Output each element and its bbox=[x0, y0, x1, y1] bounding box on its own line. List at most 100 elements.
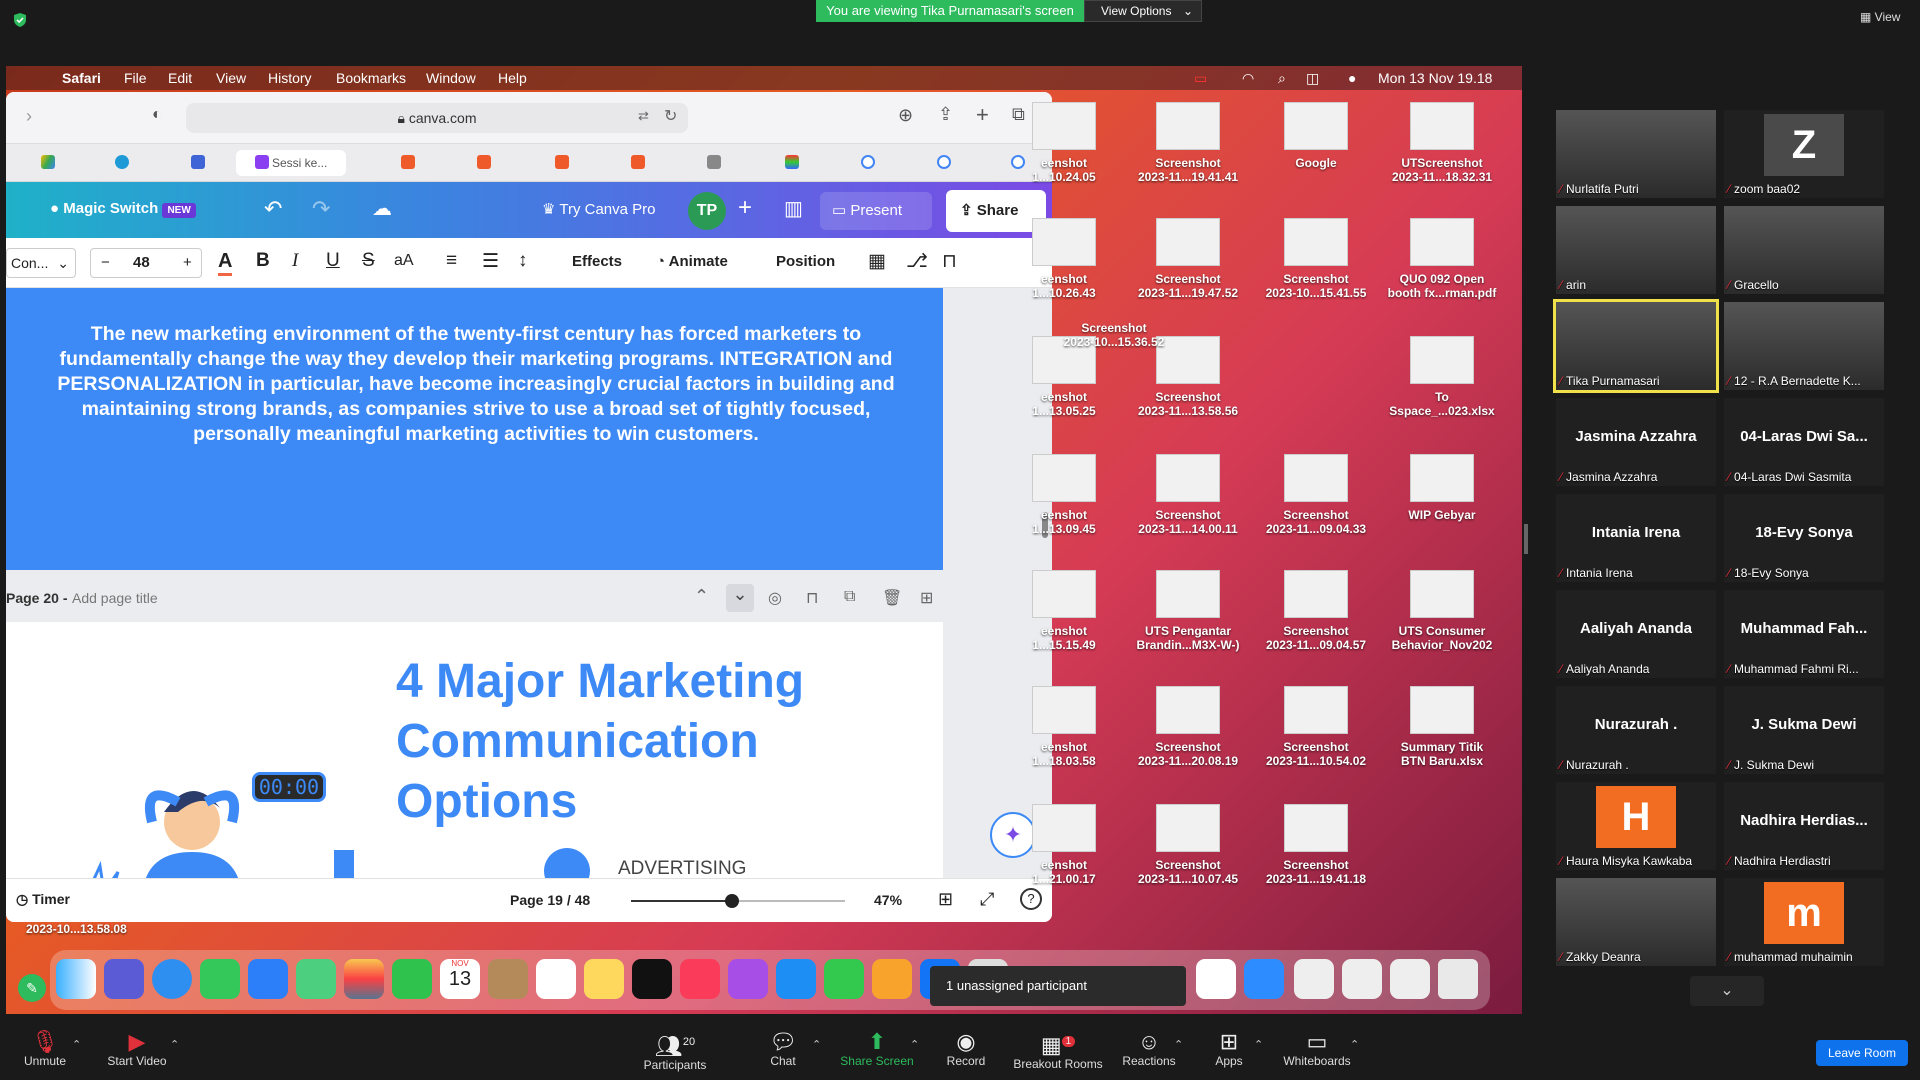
menu-clock[interactable]: Mon 13 Nov 19.18 bbox=[1378, 70, 1492, 86]
analytics-icon[interactable]: ▥ bbox=[784, 196, 803, 221]
align-center-icon[interactable]: ≡ bbox=[446, 250, 457, 272]
strikethrough-icon[interactable]: S bbox=[362, 250, 375, 272]
safari-icon[interactable] bbox=[152, 959, 192, 999]
menu-history[interactable]: History bbox=[268, 70, 312, 86]
participants-button[interactable]: 👥︎20 Participants bbox=[630, 1030, 720, 1073]
participant-tile[interactable]: Muhammad Fah... ⁄ Muhammad Fahmi Ri... bbox=[1724, 590, 1884, 678]
participant-tile[interactable]: ⁄ arin bbox=[1556, 206, 1716, 294]
participant-tile[interactable]: m ⁄ muhammad muhaimin bbox=[1724, 878, 1884, 966]
spotlight-search-icon[interactable]: ⌕ bbox=[1278, 70, 1286, 87]
forward-arrow-icon[interactable]: › bbox=[26, 106, 32, 127]
desktop-icon[interactable]: Screenshot 2023-11...20.08.19 bbox=[1128, 686, 1248, 768]
font-family-select[interactable]: Con... ⌄ bbox=[6, 248, 76, 278]
participant-tile[interactable]: J. Sukma Dewi ⁄ J. Sukma Dewi bbox=[1724, 686, 1884, 774]
font-size-value[interactable]: 48 bbox=[133, 249, 150, 277]
photos-icon[interactable] bbox=[344, 959, 384, 999]
tab-google-2[interactable] bbox=[912, 150, 976, 176]
participant-tile[interactable]: H ⁄ Haura Misyka Kawkaba bbox=[1556, 782, 1716, 870]
zoom-slider-knob[interactable] bbox=[724, 894, 739, 908]
desktop-icon[interactable]: eenshot 1...10.24.05 bbox=[1004, 102, 1124, 184]
duplicate-page-icon[interactable]: ⧉ bbox=[844, 588, 855, 606]
url-field[interactable]: 🔒︎ canva.com bbox=[186, 103, 688, 133]
participant-tile[interactable]: ⁄ Nurlatifa Putri bbox=[1556, 110, 1716, 198]
participant-tile[interactable]: Nadhira Herdias... ⁄ Nadhira Herdiastri bbox=[1724, 782, 1884, 870]
add-page-icon[interactable]: ⊞ bbox=[920, 588, 933, 608]
paint-format-icon[interactable]: ⎇ bbox=[906, 250, 928, 273]
grid-view-icon[interactable]: ⊞ bbox=[938, 889, 953, 910]
chevron-up-icon[interactable]: ⌃ bbox=[1254, 1038, 1263, 1051]
desktop-icon[interactable]: Screenshot 2023-11...09.04.57 bbox=[1256, 570, 1376, 652]
slide-20[interactable]: 4 Major Marketing Communication Options … bbox=[6, 622, 1036, 878]
decrease-size-icon[interactable]: − bbox=[101, 249, 110, 277]
desktop-icon[interactable]: Screenshot 2023-10...15.41.55 bbox=[1256, 218, 1376, 300]
transparency-icon[interactable]: ▦ bbox=[868, 250, 886, 273]
font-size-stepper[interactable]: − 48 + bbox=[90, 248, 202, 278]
downloads-icon[interactable]: ⊕ bbox=[898, 105, 913, 126]
participant-tile[interactable]: ⁄ Zakky Deanra bbox=[1556, 878, 1716, 966]
word-icon[interactable] bbox=[1196, 959, 1236, 999]
tab-z[interactable] bbox=[682, 150, 746, 176]
battery-icon[interactable]: ▭ bbox=[1194, 70, 1207, 87]
desktop-icon[interactable]: eenshot 1...10.26.43 bbox=[1004, 218, 1124, 300]
contacts-icon[interactable] bbox=[488, 959, 528, 999]
list-icon[interactable]: ☰ bbox=[482, 250, 499, 273]
letter-case-icon[interactable]: aA bbox=[394, 252, 414, 270]
magic-switch-button[interactable]: ● Magic Switch NEW bbox=[50, 200, 196, 218]
whiteboards-button[interactable]: ▭ Whiteboards bbox=[1272, 1030, 1362, 1069]
lock-icon[interactable]: ⊓ bbox=[942, 250, 957, 273]
participant-tile[interactable]: Intania Irena ⁄ Intania Irena bbox=[1556, 494, 1716, 582]
menu-edit[interactable]: Edit bbox=[168, 70, 192, 86]
calendar-icon[interactable]: NOV 13 bbox=[440, 959, 480, 999]
tab-sessi[interactable]: Sessi ke... bbox=[236, 150, 346, 176]
chevron-up-icon[interactable]: ⌃ bbox=[1174, 1038, 1183, 1051]
desktop-icon[interactable]: eenshot 1...21.00.17 bbox=[1004, 804, 1124, 886]
tab-brave-3[interactable] bbox=[530, 150, 594, 176]
breakout-rooms-button[interactable]: ▦ 1 Breakout Rooms bbox=[1013, 1030, 1103, 1072]
chevron-down-icon[interactable]: ⌄ bbox=[726, 584, 754, 612]
desktop-icon[interactable]: Screenshot 2023-11...14.00.11 bbox=[1128, 454, 1248, 536]
desktop-icon[interactable]: QUO 092 Open booth fx...rman.pdf bbox=[1382, 218, 1502, 300]
slide-20-title[interactable]: 4 Major Marketing Communication Options bbox=[396, 652, 916, 832]
translate-icon[interactable]: ⇄ bbox=[638, 108, 649, 124]
desktop-icon[interactable]: UTS Pengantar Brandin...M3X-W-) bbox=[1128, 570, 1248, 652]
trash-icon[interactable] bbox=[1438, 959, 1478, 999]
desktop-icon[interactable]: Summary Titik BTN Baru.xlsx bbox=[1382, 686, 1502, 768]
menu-window[interactable]: Window bbox=[426, 70, 476, 86]
facetime-icon[interactable] bbox=[392, 959, 432, 999]
control-center-icon[interactable]: ◫ bbox=[1306, 70, 1319, 87]
reminders-icon[interactable] bbox=[536, 959, 576, 999]
bold-icon[interactable]: B bbox=[256, 250, 270, 272]
apple-tv-icon[interactable] bbox=[632, 959, 672, 999]
menu-help[interactable]: Help bbox=[498, 70, 527, 86]
pages-icon[interactable] bbox=[872, 959, 912, 999]
zoom-app-icon[interactable] bbox=[1244, 959, 1284, 999]
desktop-icon[interactable]: eenshot 1...13.09.45 bbox=[1004, 454, 1124, 536]
participant-tile[interactable]: Nurazurah . ⁄ Nurazurah . bbox=[1556, 686, 1716, 774]
leave-room-button[interactable]: Leave Room bbox=[1816, 1040, 1908, 1066]
fullscreen-icon[interactable]: ⤢ bbox=[980, 889, 994, 910]
tab-app[interactable] bbox=[166, 150, 230, 176]
desktop-icon[interactable]: eenshot 1...18.03.58 bbox=[1004, 686, 1124, 768]
delete-page-icon[interactable]: 🗑︎ bbox=[882, 588, 902, 608]
increase-size-icon[interactable]: + bbox=[183, 249, 192, 277]
notes-icon[interactable] bbox=[584, 959, 624, 999]
recent-file-icon[interactable] bbox=[1342, 959, 1382, 999]
add-collaborator-icon[interactable]: + bbox=[738, 194, 752, 222]
gallery-resize-handle[interactable] bbox=[1524, 524, 1528, 554]
undo-icon[interactable]: ↶ bbox=[264, 196, 282, 222]
page-indicator[interactable]: Page 19 / 48 bbox=[510, 892, 590, 908]
desktop-label-below[interactable]: 2023-10...13.58.08 bbox=[26, 922, 127, 936]
desktop-icon[interactable]: Screenshot 2023-11...10.54.02 bbox=[1256, 686, 1376, 768]
participant-tile[interactable]: 18-Evy Sonya ⁄ 18-Evy Sonya bbox=[1724, 494, 1884, 582]
participant-tile[interactable]: Aaliyah Ananda ⁄ Aaliyah Ananda bbox=[1556, 590, 1716, 678]
underline-icon[interactable]: U bbox=[326, 250, 340, 272]
desktop-icon[interactable]: UTScreenshot 2023-11...18.32.31 bbox=[1382, 102, 1502, 184]
mail-icon[interactable] bbox=[248, 959, 288, 999]
zoom-slider[interactable] bbox=[631, 894, 845, 908]
keynote-icon[interactable] bbox=[776, 959, 816, 999]
participant-tile[interactable]: 04-Laras Dwi Sa... ⁄ 04-Laras Dwi Sasmita bbox=[1724, 398, 1884, 486]
text-color-icon[interactable]: A bbox=[218, 250, 233, 276]
recent-file-icon[interactable] bbox=[1294, 959, 1334, 999]
present-button[interactable]: ▭ Present bbox=[820, 192, 932, 230]
desktop-icon[interactable]: Google bbox=[1256, 102, 1376, 170]
